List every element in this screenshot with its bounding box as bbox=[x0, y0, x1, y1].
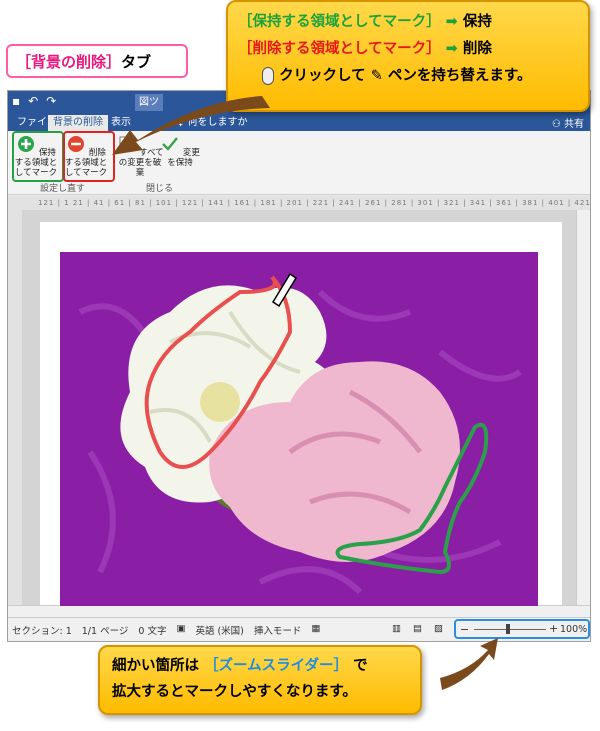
zoom-slider-track[interactable] bbox=[474, 629, 546, 630]
arrow-icon: ➡ bbox=[445, 41, 458, 57]
callout-line-delete: ［削除する領域としてマーク］ ➡ 削除 bbox=[238, 36, 578, 63]
person-icon: ⚇ bbox=[551, 119, 561, 130]
status-bar: セクション: 1 1/1 ページ 0 文字 ▣ 英語 (米国) 挿入モード ▦ … bbox=[8, 617, 590, 641]
zoom-tip-line2: 拡大するとマークしやすくなります。 bbox=[112, 684, 357, 700]
callout-line-click: クリックして ✎ ペンを持ち替えます。 bbox=[238, 63, 578, 90]
zoom-in-button[interactable]: + bbox=[549, 622, 558, 635]
status-page: 1/1 ページ bbox=[81, 626, 129, 637]
tell-me-box[interactable]: ♀ 何をしますか bbox=[172, 115, 253, 131]
vertical-ruler bbox=[8, 210, 22, 605]
zoom-slider-highlight: − + 100% bbox=[454, 619, 590, 639]
zoom-level[interactable]: 100% bbox=[560, 624, 587, 635]
callout-line-keep: ［保持する領域としてマーク］ ➡ 保持 bbox=[238, 9, 578, 36]
read-mode-icon[interactable]: ▥ bbox=[392, 623, 401, 634]
proofing-icon[interactable]: ▣ bbox=[176, 623, 185, 637]
arrow-icon: ➡ bbox=[445, 14, 458, 30]
mouse-icon bbox=[262, 67, 274, 85]
web-layout-icon[interactable]: ▧ bbox=[434, 623, 443, 634]
tell-me-label: 何をしますか bbox=[187, 117, 248, 128]
zoom-tip-callout: 細かい箇所は ［ズームスライダー］ で 拡大するとマークしやすくなります。 bbox=[98, 645, 422, 715]
zoom-out-button[interactable]: − bbox=[460, 623, 469, 636]
print-layout-icon[interactable]: ▤ bbox=[413, 623, 422, 634]
discard-changes-button[interactable]: すべての変更を破棄 bbox=[116, 133, 164, 179]
tab-callout-bracket: ［背景の削除］ bbox=[16, 52, 122, 71]
keep-result-text: 保持 bbox=[462, 14, 492, 30]
tab-callout-suffix: タブ bbox=[121, 52, 152, 71]
ribbon-tabs: ファイル 背景の削除 表示 ♀ 何をしますか ⚇ 共有 bbox=[8, 113, 590, 131]
redo-icon[interactable]: ↷ bbox=[46, 94, 56, 108]
zoom-slider-thumb[interactable] bbox=[506, 624, 510, 634]
save-icon[interactable]: ▪ bbox=[12, 94, 20, 108]
share-label: 共有 bbox=[564, 119, 584, 130]
undo-icon[interactable]: ↶ bbox=[28, 94, 38, 108]
keep-changes-button[interactable]: 変更を保持 bbox=[160, 133, 200, 179]
flower-center bbox=[200, 382, 240, 422]
zoom-tip-pre: 細かい箇所は bbox=[112, 658, 199, 674]
pen-icon: ✎ bbox=[370, 68, 383, 84]
arrow-to-zoom bbox=[440, 638, 498, 690]
delete-result-text: 削除 bbox=[462, 41, 492, 57]
tab-background-removal[interactable]: 背景の削除 bbox=[48, 115, 108, 131]
horizontal-ruler: 121 | 1 21 | 41 | 61 | 81 | 101 | 121 | … bbox=[8, 196, 590, 210]
status-words: 0 文字 bbox=[138, 626, 167, 637]
instruction-callout: ［保持する領域としてマーク］ ➡ 保持 ［削除する領域としてマーク］ ➡ 削除 … bbox=[226, 0, 590, 112]
zoom-tip-highlight: ［ズームスライダー］ bbox=[204, 658, 349, 674]
context-tab-picture-tools[interactable]: 図ツ bbox=[135, 94, 163, 111]
status-language[interactable]: 英語 (米国) bbox=[195, 623, 243, 637]
switch-pen-text: ペンを持ち替えます。 bbox=[387, 68, 532, 84]
tab-view[interactable]: 表示 bbox=[106, 115, 136, 131]
delete-label-text: ［削除する領域としてマーク］ bbox=[238, 41, 441, 57]
quick-access-toolbar: ▪ ↶ ↷ bbox=[12, 94, 56, 108]
group-label-refine: 設定し直す bbox=[40, 184, 86, 194]
macro-icon[interactable]: ▦ bbox=[311, 623, 320, 637]
share-button[interactable]: ⚇ 共有 bbox=[552, 115, 584, 130]
keep-label-text: ［保持する領域としてマーク］ bbox=[238, 14, 441, 30]
lightbulb-icon: ♀ bbox=[177, 117, 185, 128]
delete-button-highlight bbox=[63, 131, 115, 182]
horizontal-scrollbar[interactable] bbox=[8, 605, 590, 617]
flower-image[interactable] bbox=[60, 252, 538, 606]
discard-icon bbox=[119, 136, 133, 152]
checkmark-icon bbox=[162, 137, 179, 151]
status-mode[interactable]: 挿入モード bbox=[254, 623, 302, 637]
group-label-close: 閉じる bbox=[146, 184, 174, 194]
zoom-tip-line1: 細かい箇所は ［ズームスライダー］ で bbox=[112, 653, 408, 679]
tab-callout: ［背景の削除］ タブ bbox=[6, 44, 188, 78]
zoom-tip-post: で bbox=[353, 658, 368, 674]
vertical-scrollbar[interactable] bbox=[576, 210, 590, 605]
keep-button-highlight bbox=[12, 131, 64, 182]
status-section: セクション: 1 bbox=[12, 626, 72, 637]
click-text: クリックして bbox=[279, 68, 366, 84]
